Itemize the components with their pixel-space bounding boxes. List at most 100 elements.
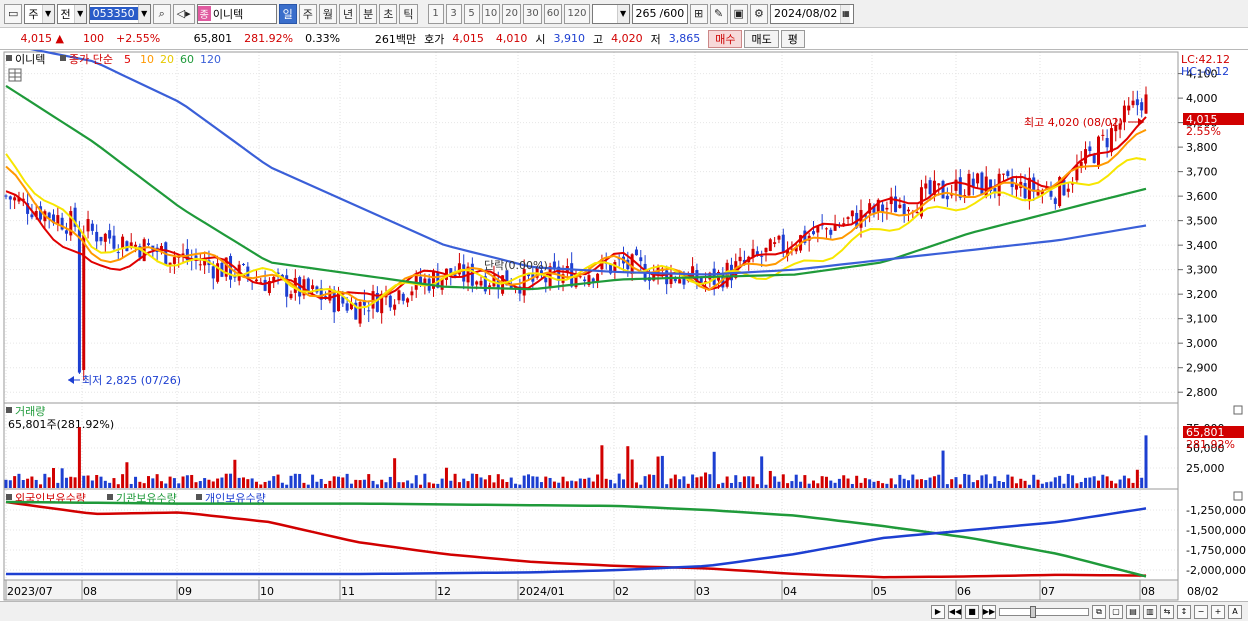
period-tab-week[interactable]: 주 <box>298 3 317 24</box>
volume-bar <box>885 483 889 488</box>
price-tick-label: 3,800 <box>1186 141 1218 154</box>
volume-bar <box>764 484 768 488</box>
volume-bar <box>319 478 323 488</box>
volume-bar <box>656 456 660 488</box>
gear-icon[interactable]: ⚙ <box>749 3 768 24</box>
candle-body <box>1062 180 1066 196</box>
price-tick-label: 3,000 <box>1186 337 1218 350</box>
chevron-down-icon[interactable]: ▼ <box>41 4 54 23</box>
volume-bar <box>457 482 461 488</box>
period-tab-day[interactable]: 일 <box>278 3 297 24</box>
stock-chart[interactable]: 2,800 2,900 3,000 3,100 3,200 3,300 3,400 3,500… <box>0 50 1248 601</box>
speaker-icon[interactable]: ◁▸ <box>172 3 195 24</box>
period-main-select[interactable]: 주 ▼ <box>24 3 55 24</box>
period-tab-tick[interactable]: 틱 <box>399 3 418 24</box>
volume-bar <box>4 479 8 488</box>
volume-bar <box>945 484 949 488</box>
layout-icon[interactable]: ▭ <box>4 3 23 24</box>
interval-20[interactable]: 20 <box>502 3 521 24</box>
tile-icon[interactable]: ▤ <box>1126 604 1140 619</box>
buy-button[interactable]: 매수 <box>708 29 743 48</box>
volume-bar <box>147 476 150 488</box>
volume-bar <box>1071 475 1075 488</box>
search-icon[interactable]: ⌕ <box>152 3 171 24</box>
legend-marker <box>6 55 12 61</box>
sell-button[interactable]: 매도 <box>744 29 779 48</box>
eval-button[interactable]: 평 <box>780 29 805 48</box>
rewind-icon[interactable]: ◀◀ <box>948 604 962 619</box>
candle-body <box>1101 134 1105 136</box>
calendar-icon[interactable]: ▦ <box>840 4 851 23</box>
stock-name-field[interactable]: 종 이니텍 <box>196 3 277 24</box>
scroll-right-icon[interactable]: ▶ <box>931 604 945 619</box>
interval-10[interactable]: 10 <box>481 3 501 24</box>
volume-title: 거래량 <box>15 405 45 418</box>
split-icon[interactable]: ▥ <box>1143 604 1157 619</box>
interval-3[interactable]: 3 <box>445 3 462 24</box>
period-tab-second[interactable]: 초 <box>379 3 398 24</box>
date-input[interactable]: 2024/08/02 ▦ <box>769 3 854 24</box>
volume-bar <box>751 476 755 488</box>
ask-label: 호가 <box>424 32 445 46</box>
volume-bar <box>26 478 30 488</box>
chevron-down-icon[interactable]: ▼ <box>137 4 150 23</box>
candle-body <box>86 219 90 232</box>
interval-1[interactable]: 1 <box>427 3 444 24</box>
price-tick-label: 3,100 <box>1186 313 1218 326</box>
volume-bar <box>958 484 962 488</box>
volume-bar <box>1114 483 1118 488</box>
interval-custom-select[interactable]: ▼ <box>591 3 630 24</box>
candle-body <box>388 295 392 308</box>
volume-bar <box>1122 475 1126 488</box>
volume-bar <box>604 478 608 488</box>
x-tick-label: 03 <box>696 585 710 598</box>
scale-icon[interactable]: ↕ <box>1177 604 1191 619</box>
volume-bar <box>1032 474 1036 488</box>
plus-icon[interactable]: + <box>1211 604 1225 619</box>
draw-icon[interactable]: ✎ <box>709 3 728 24</box>
volume-bar <box>747 476 751 488</box>
fast-forward-icon[interactable]: ▶▶ <box>982 604 996 619</box>
legend-stock-name: 이니텍 <box>15 53 45 66</box>
stock-code-input[interactable]: 053350 ▼ <box>88 3 151 24</box>
interval-30[interactable]: 30 <box>522 3 542 24</box>
x-tick-label: 05 <box>873 585 887 598</box>
volume-bar <box>496 474 500 488</box>
volume-bar <box>8 480 12 488</box>
zoom-slider[interactable] <box>999 605 1089 618</box>
volume-bar <box>963 473 967 488</box>
holdings-tick-label: -1,500,000 <box>1186 524 1246 537</box>
minus-icon[interactable]: − <box>1194 604 1208 619</box>
volume-bar <box>652 474 656 488</box>
volume-bar <box>103 480 107 488</box>
link-icon[interactable]: ⇆ <box>1160 604 1174 619</box>
interval-120[interactable]: 120 <box>564 3 590 24</box>
count-input[interactable]: 265 /600 <box>631 3 688 24</box>
save-icon[interactable]: ▣ <box>729 3 748 24</box>
chevron-down-icon[interactable]: ▼ <box>616 4 629 23</box>
close-icon[interactable] <box>1233 491 1243 501</box>
interval-5[interactable]: 5 <box>463 3 480 24</box>
candle-body <box>198 264 202 266</box>
volume-bar <box>276 474 280 488</box>
copy-icon[interactable]: ⧉ <box>1092 604 1106 619</box>
volume-bar <box>565 481 569 488</box>
prev-select[interactable]: 전 ▼ <box>56 3 87 24</box>
volume-bar <box>1014 483 1018 488</box>
volume-bar <box>932 476 936 488</box>
volume-bar <box>570 480 574 488</box>
candle-body <box>306 278 310 292</box>
zoom-slider-handle[interactable] <box>1030 605 1036 618</box>
interval-60[interactable]: 60 <box>543 3 563 24</box>
candle-body <box>1049 190 1053 197</box>
period-tab-minute[interactable]: 분 <box>359 3 378 24</box>
close-icon[interactable] <box>1233 405 1243 415</box>
volume-bar <box>449 480 453 488</box>
font-icon[interactable]: A <box>1228 604 1242 619</box>
period-tab-month[interactable]: 월 <box>318 3 338 24</box>
zoom-icon[interactable]: ⊞ <box>689 3 708 24</box>
stop-icon[interactable]: ■ <box>965 604 979 619</box>
chevron-down-icon[interactable]: ▼ <box>73 4 86 23</box>
window-icon[interactable]: ▢ <box>1109 604 1123 619</box>
period-tab-year[interactable]: 년 <box>339 3 358 24</box>
